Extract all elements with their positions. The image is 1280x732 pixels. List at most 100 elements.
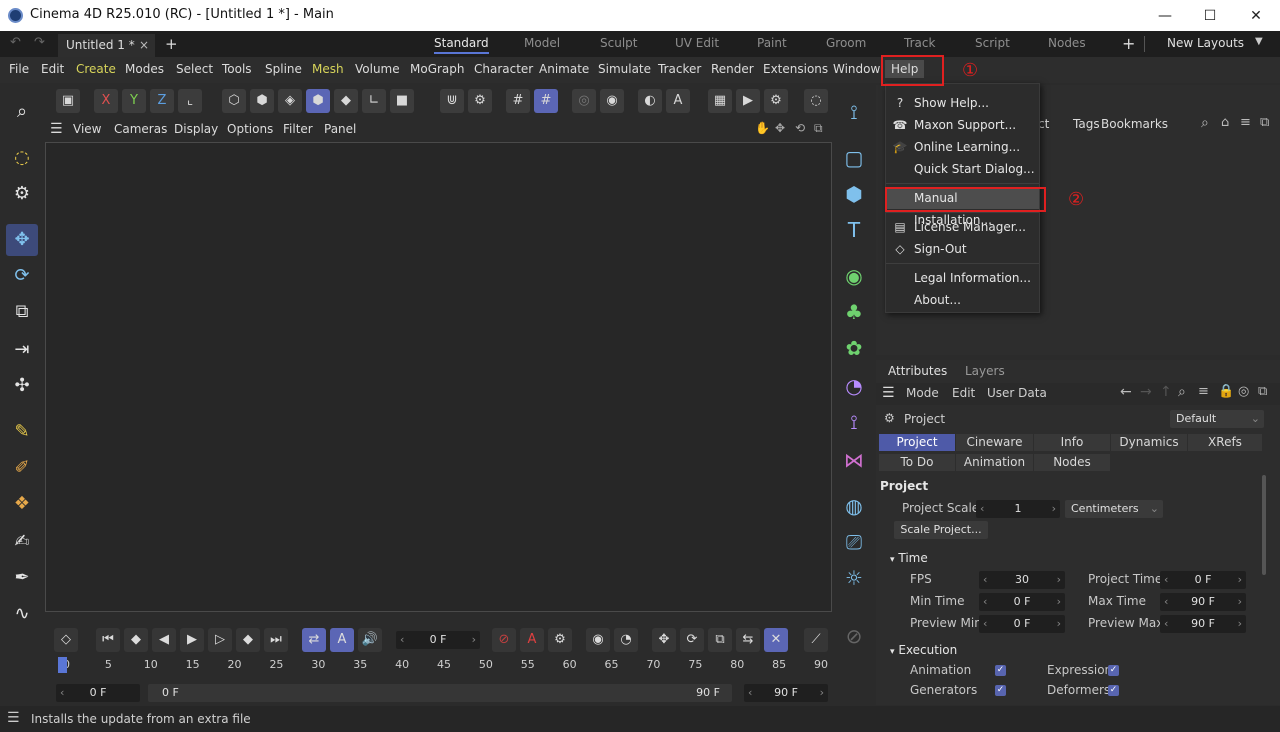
animation-checkbox[interactable]: ✓ [995, 665, 1006, 676]
coordinate-system-icon[interactable]: ▣ [56, 89, 80, 113]
online-learning-item[interactable]: 🎓 Online Learning... [886, 136, 1039, 158]
tab-nodes[interactable]: Nodes [1034, 454, 1110, 471]
redshift-icon[interactable]: ◌ [804, 89, 828, 113]
scale-tool-icon[interactable]: ⧉ [6, 296, 38, 328]
object-menu-bookmarks[interactable]: Bookmarks [1101, 117, 1168, 131]
end-frame-field[interactable]: ‹ 90 F › [744, 684, 828, 702]
preview-range-slider[interactable]: 0 F 90 F [148, 684, 732, 702]
cube-icon[interactable]: ⬢ [838, 178, 870, 210]
axis-z-button[interactable]: Z [150, 89, 174, 113]
object-menu-tags[interactable]: Tags [1073, 117, 1100, 131]
local-coordinates-icon[interactable]: ⌞ [178, 89, 202, 113]
expression-checkbox[interactable]: ✓ [1108, 665, 1119, 676]
close-window-button[interactable]: ✕ [1233, 4, 1279, 28]
attr-menu-mode[interactable]: Mode [906, 386, 939, 400]
snap-icon[interactable]: ⋓ [440, 89, 464, 113]
snap-settings-icon[interactable]: ⚙ [468, 89, 492, 113]
viewport[interactable] [45, 142, 832, 612]
min-time-field[interactable]: ‹ 0 F › [979, 593, 1065, 611]
paint-tool-icon[interactable]: ⊘ [838, 620, 870, 652]
hamburger-icon[interactable]: ☰ [50, 121, 63, 137]
license-manager-item[interactable]: ▤ License Manager... [886, 216, 1039, 238]
project-time-field[interactable]: ‹ 0 F › [1160, 571, 1246, 589]
fps-field[interactable]: ‹ 30 › [979, 571, 1065, 589]
current-frame-field[interactable]: ‹ 0 F › [396, 631, 480, 649]
workplane-icon[interactable]: # [534, 89, 558, 113]
grid-icon[interactable]: # [506, 89, 530, 113]
preview-min-field[interactable]: ‹ 0 F › [979, 615, 1065, 633]
render-picture-viewer-icon[interactable]: ▶ [736, 89, 760, 113]
previous-key-icon[interactable]: ◆ [124, 628, 148, 652]
rotate-view-icon[interactable]: ⟲ [795, 121, 805, 135]
switch-view-icon[interactable]: ⧉ [814, 121, 823, 136]
move-view-icon[interactable]: ✥ [775, 121, 785, 135]
menu-animate[interactable]: Animate [539, 62, 589, 76]
back-arrow-icon[interactable]: ← [1120, 384, 1132, 400]
placement-tool-icon[interactable]: ✣ [6, 370, 38, 402]
layout-tab-script[interactable]: Script [975, 36, 1010, 50]
rotate-tool-icon[interactable]: ⟳ [6, 260, 38, 292]
new-layouts-dropdown[interactable]: New Layouts [1167, 36, 1244, 50]
search-icon[interactable]: ⌕ [1178, 384, 1186, 400]
tab-xrefs[interactable]: XRefs [1188, 434, 1262, 451]
key-settings-icon[interactable]: ⚙ [548, 628, 572, 652]
lock-icon[interactable]: 🔒 [1218, 384, 1234, 399]
rotation-key-icon[interactable]: ⟳ [680, 628, 704, 652]
auto-keying-icon[interactable]: A [520, 628, 544, 652]
axis-y-button[interactable]: Y [122, 89, 146, 113]
chevron-down-icon[interactable]: ▼ [1255, 36, 1263, 47]
tab-layers[interactable]: Layers [965, 364, 1005, 378]
add-tab-icon[interactable]: + [165, 35, 178, 53]
maxon-support-item[interactable]: ☎ Maxon Support... [886, 114, 1039, 136]
menu-character[interactable]: Character [474, 62, 533, 76]
transfer-tool-icon[interactable]: ⇥ [6, 334, 38, 366]
mouse-icon[interactable]: ◉ [586, 628, 610, 652]
menu-select[interactable]: Select [176, 62, 213, 76]
field-icon[interactable]: ⋈ [838, 444, 870, 476]
next-key-icon[interactable]: ◆ [236, 628, 260, 652]
go-to-end-icon[interactable]: ⏭ [264, 628, 288, 652]
viewport-menu-options[interactable]: Options [227, 122, 273, 136]
preset-dropdown[interactable]: Default ⌄ [1170, 410, 1264, 428]
polygons-mode-icon[interactable]: ◈ [278, 89, 302, 113]
layout-tab-standard[interactable]: Standard [434, 36, 489, 54]
auto-key-icon[interactable]: A [666, 89, 690, 113]
expand-icon[interactable]: ⧉ [1258, 384, 1267, 399]
axis-x-button[interactable]: X [94, 89, 118, 113]
menu-tracker[interactable]: Tracker [658, 62, 701, 76]
model-mode-icon[interactable]: ⬢ [306, 89, 330, 113]
view-filter-icon[interactable]: ◐ [638, 89, 662, 113]
project-scale-field[interactable]: ‹ 1 › [976, 500, 1060, 518]
viewport-menu-panel[interactable]: Panel [324, 122, 356, 136]
tab-attributes[interactable]: Attributes [888, 364, 947, 378]
spline-rectangle-icon[interactable]: ▢ [838, 142, 870, 174]
sketch-tool-icon[interactable]: ✐ [6, 452, 38, 484]
menu-volume[interactable]: Volume [355, 62, 400, 76]
minimize-button[interactable]: — [1142, 4, 1188, 28]
paint-brush-icon[interactable]: ✒ [6, 562, 38, 594]
section-execution-heading[interactable]: ▾ Execution [890, 643, 957, 657]
hamburger-icon[interactable]: ☰ [882, 385, 895, 401]
menu-simulate[interactable]: Simulate [598, 62, 651, 76]
attr-menu-edit[interactable]: Edit [952, 386, 975, 400]
preview-range-icon[interactable]: A [330, 628, 354, 652]
previous-frame-icon[interactable]: ◀ [152, 628, 176, 652]
pan-icon[interactable]: ✋ [755, 121, 770, 135]
preview-max-field[interactable]: ‹ 90 F › [1160, 615, 1246, 633]
light-icon[interactable]: ☼ [838, 562, 870, 594]
scale-key-icon[interactable]: ⧉ [708, 628, 732, 652]
menu-file[interactable]: File [9, 62, 29, 76]
render-settings-icon[interactable]: ⚙ [764, 89, 788, 113]
render-view-icon[interactable]: ▦ [708, 89, 732, 113]
solo-mode-icon[interactable]: ■ [390, 89, 414, 113]
generators-checkbox[interactable]: ✓ [995, 685, 1006, 696]
selection-tool-icon[interactable]: ◌ [6, 142, 38, 174]
parameter-key-icon[interactable]: ⇆ [736, 628, 760, 652]
axis-mode-icon[interactable]: ∟ [362, 89, 386, 113]
play-icon[interactable]: ▶ [180, 628, 204, 652]
project-scale-unit-dropdown[interactable]: Centimeters ⌄ [1065, 500, 1163, 518]
home-icon[interactable]: ⌂ [1221, 115, 1229, 130]
settings-icon[interactable]: ◎ [1238, 384, 1249, 399]
expand-icon[interactable]: ⧉ [1260, 115, 1269, 130]
brush-icon[interactable]: ✍ [6, 526, 38, 558]
